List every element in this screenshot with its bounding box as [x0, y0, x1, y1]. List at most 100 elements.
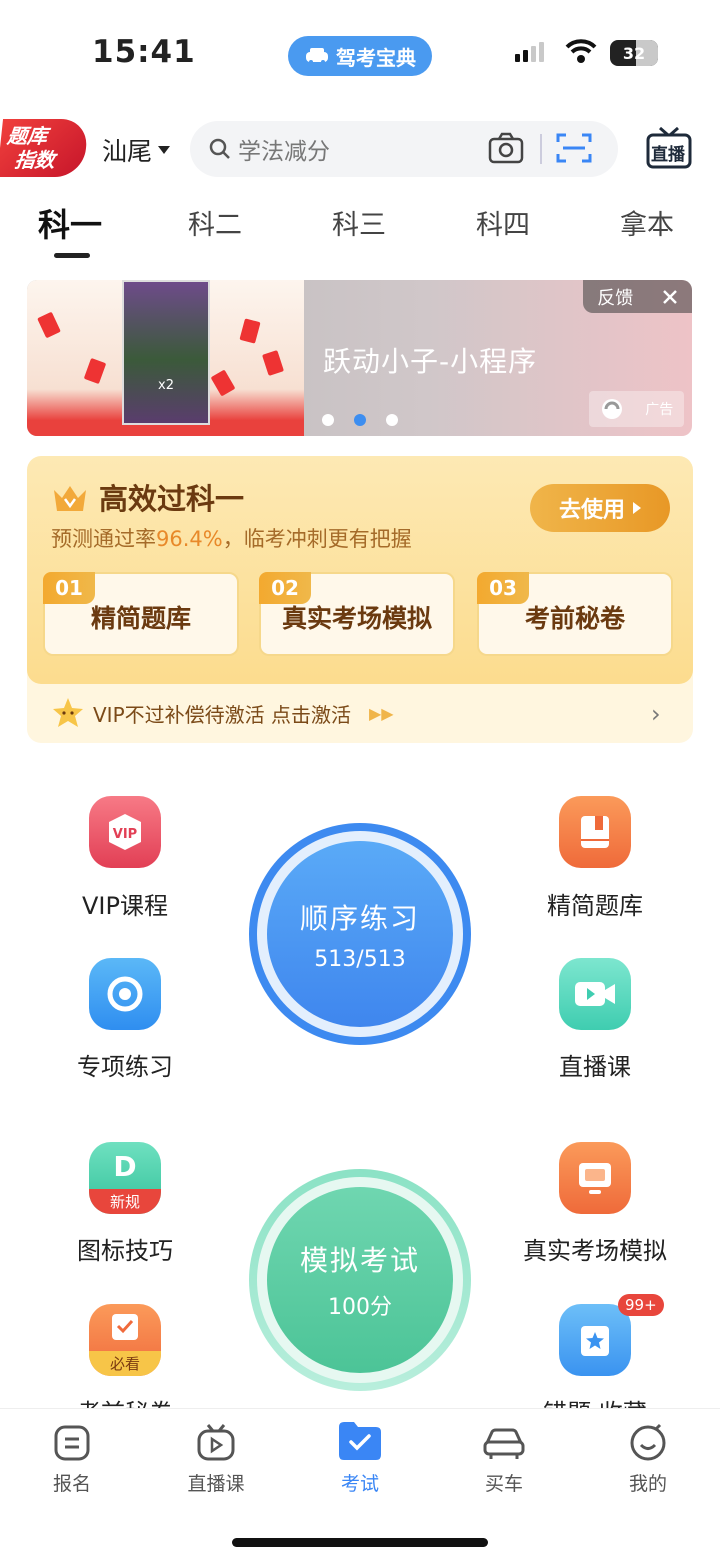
- sequential-practice-progress: 513/513: [314, 946, 406, 972]
- star-mascot-icon: [53, 698, 83, 727]
- battery-level: 32: [622, 43, 646, 63]
- search-divider: [540, 134, 542, 164]
- status-time: 15:41: [92, 34, 196, 70]
- banner-dot-2[interactable]: [354, 414, 366, 426]
- live-button[interactable]: 直播: [646, 127, 692, 169]
- city-label: 汕尾: [102, 137, 153, 166]
- banner-dot-1[interactable]: [322, 414, 334, 426]
- vip-activate-row[interactable]: VIP不过补偿待激活 点击激活 ▶▶: [51, 696, 394, 730]
- crown-icon: [54, 486, 86, 511]
- nav-register[interactable]: 报名: [22, 1423, 122, 1496]
- icon-tips-icon: D 新规: [89, 1142, 161, 1214]
- scan-icon[interactable]: [556, 131, 592, 165]
- double-arrow-icon: ▶▶: [369, 703, 394, 723]
- active-tab-indicator: [54, 253, 90, 258]
- chevron-right-icon[interactable]: ›: [651, 700, 661, 728]
- new-rule-tag: 新规: [89, 1189, 161, 1214]
- live-course-label: 直播课: [559, 1053, 631, 1081]
- special-practice-label: 专项练习: [77, 1053, 173, 1081]
- tab-subject-three[interactable]: 科三: [332, 203, 386, 242]
- cellular-signal-icon: [515, 42, 544, 62]
- banner-feedback-label: 反馈: [597, 287, 634, 309]
- feature-label: 精简题库: [90, 604, 191, 633]
- badge-line2: 指数: [13, 148, 57, 172]
- live-course-button[interactable]: [559, 958, 631, 1030]
- special-practice-button[interactable]: [89, 958, 161, 1030]
- battery-icon: 32: [610, 40, 658, 66]
- vip-promo-card: 高效过科一 预测通过率96.4%，临考冲刺更有把握 去使用 01 精简题库 02…: [27, 456, 693, 743]
- use-now-button[interactable]: 去使用: [530, 484, 670, 532]
- book-icon: [559, 796, 631, 868]
- monitor-icon: [559, 1142, 631, 1214]
- car-icon: [306, 48, 328, 64]
- wrong-favorites-button[interactable]: [559, 1304, 631, 1376]
- nav-exam[interactable]: 考试: [310, 1409, 410, 1496]
- tv-icon: [197, 1424, 235, 1461]
- nav-buy-car-label: 买车: [484, 1473, 523, 1495]
- city-selector[interactable]: 汕尾: [102, 132, 171, 168]
- sequential-practice-ring[interactable]: 顺序练习 513/513: [249, 823, 471, 1045]
- smiley-profile-icon: [630, 1423, 666, 1461]
- mock-exam-score: 100分: [328, 1295, 392, 1320]
- exam-secret-button[interactable]: 必看: [89, 1304, 161, 1376]
- banner-feedback-button[interactable]: 反馈: [583, 280, 692, 313]
- nav-buy-car[interactable]: 买车: [454, 1423, 554, 1496]
- app-indicator-pill[interactable]: 驾考宝典: [288, 36, 432, 76]
- search-icon: [209, 138, 230, 159]
- tab-subject-two[interactable]: 科二: [188, 203, 242, 242]
- real-exam-sim-label: 真实考场模拟: [523, 1237, 667, 1265]
- ad-label-text: 广告: [645, 402, 674, 418]
- search-placeholder: 学法减分: [238, 139, 330, 165]
- simplified-bank-label: 精简题库: [547, 892, 643, 920]
- use-now-label: 去使用: [558, 498, 625, 523]
- app-pill-label: 驾考宝典: [336, 45, 416, 70]
- tab-get-license[interactable]: 拿本: [620, 203, 674, 242]
- question-bank-index-badge[interactable]: 题库 指数: [0, 119, 90, 177]
- nav-exam-label: 考试: [340, 1473, 379, 1495]
- mock-exam-title: 模拟考试: [299, 1244, 420, 1277]
- tab-subject-one[interactable]: 科一: [38, 200, 102, 246]
- banner-dot-3[interactable]: [386, 414, 398, 426]
- icon-tips-button[interactable]: D 新规: [89, 1142, 161, 1214]
- mock-exam-button[interactable]: 模拟考试 100分: [267, 1187, 453, 1373]
- vip-course-button[interactable]: VIP: [89, 796, 161, 868]
- ad-banner[interactable]: x2 跃动小子-小程序 反馈 广告: [27, 280, 692, 436]
- nav-register-label: 报名: [52, 1473, 91, 1495]
- vip-course-label: VIP课程: [82, 892, 168, 920]
- feature-card-simplified-bank[interactable]: 01 精简题库: [43, 572, 239, 656]
- star-folder-icon: [559, 1304, 631, 1376]
- dropdown-triangle-icon: [158, 146, 171, 154]
- checklist-icon: 必看: [89, 1304, 161, 1376]
- wifi-icon: [565, 39, 597, 63]
- camera-icon[interactable]: [488, 131, 524, 165]
- exam-folder-icon: [339, 1422, 381, 1460]
- sequential-practice-button[interactable]: 顺序练习 513/513: [267, 841, 453, 1027]
- sequential-practice-title: 顺序练习: [299, 901, 420, 935]
- ad-logo-icon: [601, 399, 622, 419]
- register-icon: [54, 1425, 90, 1461]
- tab-subject-four[interactable]: 科四: [476, 203, 530, 242]
- wrong-count-badge: 99+: [618, 1294, 664, 1316]
- vip-course-icon: VIP: [89, 796, 161, 868]
- feature-card-exam-secret[interactable]: 03 考前秘卷: [477, 572, 673, 656]
- must-see-tag: 必看: [89, 1351, 161, 1376]
- vip-activate-text: VIP不过补偿待激活 点击激活: [93, 702, 351, 727]
- live-label: 直播: [651, 145, 685, 165]
- nav-mine[interactable]: 我的: [598, 1423, 698, 1496]
- nav-live-course[interactable]: 直播课: [166, 1423, 266, 1496]
- car-icon: [483, 1428, 525, 1459]
- banner-game-multiplier: x2: [158, 378, 174, 393]
- real-exam-sim-button[interactable]: [559, 1142, 631, 1214]
- play-arrow-icon: [633, 502, 641, 514]
- mock-exam-ring[interactable]: 模拟考试 100分: [249, 1169, 471, 1391]
- search-input[interactable]: 学法减分: [190, 121, 618, 177]
- simplified-bank-button[interactable]: [559, 796, 631, 868]
- close-icon[interactable]: [662, 289, 678, 305]
- vip-pass-rate: 96.4%: [156, 527, 223, 551]
- feature-card-real-exam[interactable]: 02 真实考场模拟: [259, 572, 455, 656]
- home-indicator[interactable]: [232, 1538, 488, 1547]
- banner-game-screenshot: x2: [122, 280, 210, 425]
- svg-text:VIP: VIP: [113, 827, 137, 842]
- vip-title: 高效过科一: [99, 482, 245, 516]
- feature-label: 真实考场模拟: [281, 604, 432, 633]
